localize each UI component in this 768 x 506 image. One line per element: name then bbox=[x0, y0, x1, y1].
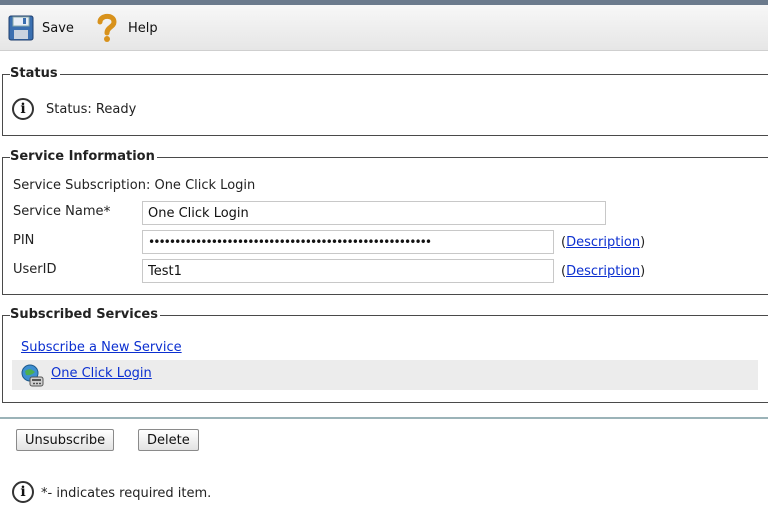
pin-label: PIN bbox=[13, 233, 35, 248]
service-name-input[interactable] bbox=[142, 201, 606, 225]
service-information-legend: Service Information bbox=[10, 149, 157, 164]
save-button[interactable]: Save bbox=[8, 13, 74, 43]
required-note: *- indicates required item. bbox=[41, 486, 212, 501]
help-label: Help bbox=[128, 20, 158, 36]
delete-button[interactable]: Delete bbox=[138, 429, 199, 451]
status-legend: Status bbox=[10, 66, 60, 81]
status-text: Status: Ready bbox=[46, 102, 137, 117]
pin-input[interactable]: ••••••••••••••••••••••••••••••••••••••••… bbox=[142, 230, 554, 254]
subscribe-new-service-link[interactable]: Subscribe a New Service bbox=[21, 340, 182, 355]
subscribed-service-link[interactable]: One Click Login bbox=[51, 366, 152, 381]
paren-close: ) bbox=[640, 235, 646, 250]
paren-close: ) bbox=[640, 264, 646, 279]
service-name-label-text: Service Name bbox=[13, 204, 104, 219]
unsubscribe-button[interactable]: Unsubscribe bbox=[16, 429, 115, 451]
divider bbox=[0, 417, 768, 419]
userid-label: UserID bbox=[13, 262, 57, 277]
question-mark-icon bbox=[97, 13, 117, 42]
service-name-label: Service Name* bbox=[13, 204, 111, 220]
pin-description-link[interactable]: Description bbox=[566, 235, 640, 250]
help-button[interactable]: Help bbox=[94, 13, 158, 43]
info-icon: i bbox=[12, 481, 34, 503]
floppy-disk-icon bbox=[8, 15, 34, 41]
info-icon: i bbox=[12, 98, 34, 120]
subscribed-services-legend: Subscribed Services bbox=[10, 307, 160, 322]
userid-description-link[interactable]: Description bbox=[566, 264, 640, 279]
required-marker: * bbox=[103, 204, 111, 220]
pin-description: (Description) bbox=[561, 235, 645, 250]
toolbar: Save Help bbox=[0, 5, 768, 51]
phone-service-icon bbox=[21, 364, 44, 387]
service-subscription-label: Service Subscription: One Click Login bbox=[13, 178, 256, 193]
userid-description: (Description) bbox=[561, 264, 645, 279]
userid-input[interactable] bbox=[142, 259, 554, 283]
save-label: Save bbox=[42, 20, 74, 36]
